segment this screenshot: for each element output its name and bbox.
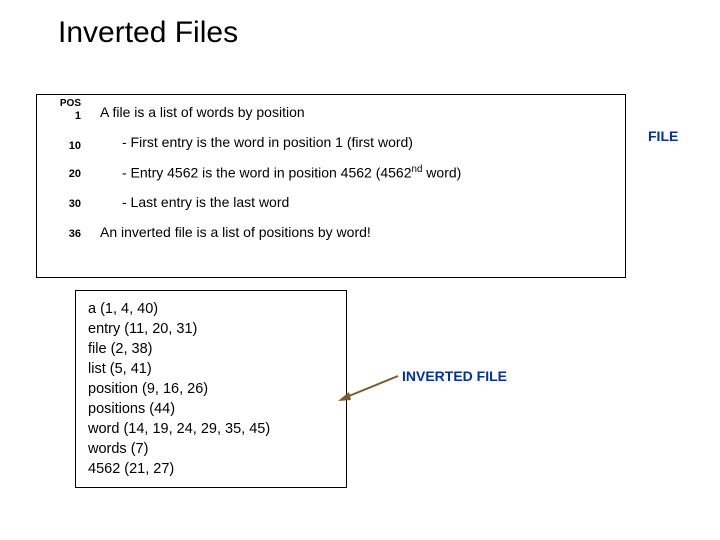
slide-title: Inverted Files (0, 0, 720, 50)
inv-row-1: a (1, 4, 40) (88, 299, 336, 319)
pos-36: 36 (41, 228, 81, 240)
file-box (36, 94, 626, 278)
pos-1: 1 (41, 110, 81, 122)
inv-row-6: positions (44) (88, 399, 336, 419)
line-3c: word) (422, 165, 461, 181)
inv-row-5: position (9, 16, 26) (88, 379, 336, 399)
inverted-file-label: INVERTED FILE (402, 368, 507, 384)
inv-row-8: words (7) (88, 439, 336, 459)
inv-row-9: 4562 (21, 27) (88, 459, 336, 479)
inv-row-7: word (14, 19, 24, 29, 35, 45) (88, 419, 336, 439)
line-3a: - Entry 4562 is the word in position 456… (122, 165, 412, 181)
file-label: FILE (648, 128, 678, 144)
line-4: - Last entry is the last word (122, 194, 289, 210)
line-3: - Entry 4562 is the word in position 456… (122, 164, 461, 181)
inverted-file-box: a (1, 4, 40) entry (11, 20, 31) file (2,… (75, 290, 347, 488)
inv-row-3: file (2, 38) (88, 339, 336, 359)
line-5: An inverted file is a list of positions … (100, 224, 371, 240)
pos-30: 30 (41, 198, 81, 210)
pos-20: 20 (41, 168, 81, 180)
line-1: A file is a list of words by position (100, 104, 305, 120)
line-2: - First entry is the word in position 1 … (122, 134, 413, 150)
pos-header: POS (41, 98, 81, 109)
inv-row-2: entry (11, 20, 31) (88, 319, 336, 339)
pos-10: 10 (41, 140, 81, 152)
arrow-icon (336, 372, 402, 406)
line-3-sup: nd (412, 164, 423, 175)
inv-row-4: list (5, 41) (88, 359, 336, 379)
